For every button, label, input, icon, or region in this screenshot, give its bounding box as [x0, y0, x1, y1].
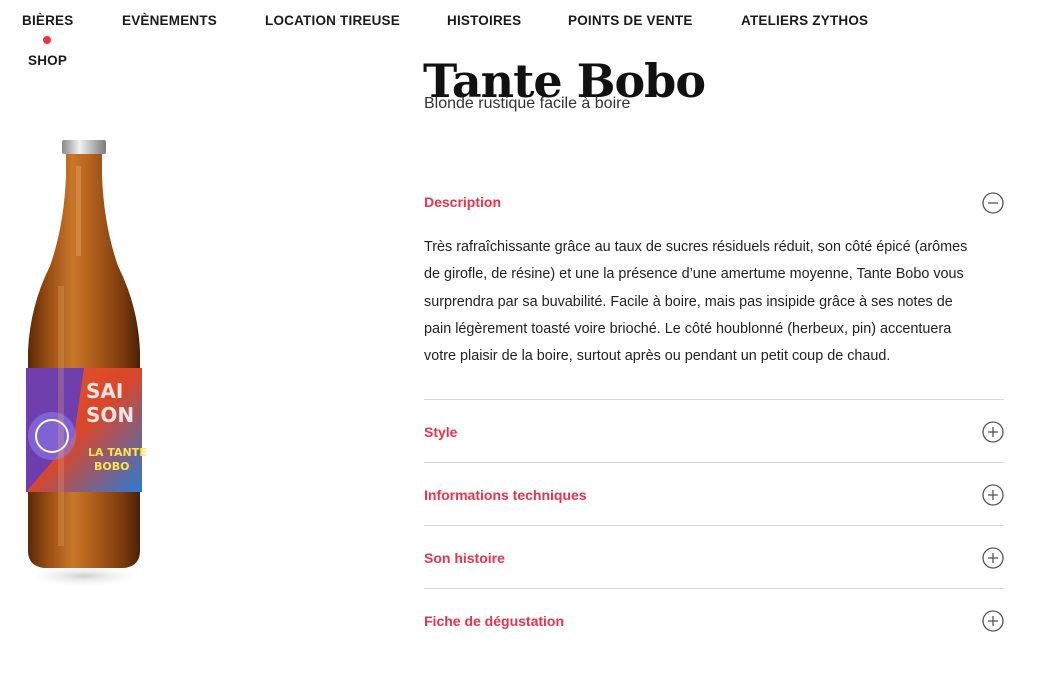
active-indicator-dot: [43, 36, 51, 44]
label-text-sai: SAI: [86, 379, 123, 403]
accordion-title: Description: [424, 194, 502, 210]
nav-item-bieres[interactable]: BIÈRES: [22, 13, 73, 28]
accordion-header-description[interactable]: Description: [424, 173, 1004, 233]
plus-circle-icon[interactable]: [982, 610, 1004, 633]
accordion-section-informations-techniques: Informations techniques: [424, 463, 1004, 527]
nav-item-evenements[interactable]: EVÈNEMENTS: [122, 13, 217, 28]
nav-item-points-de-vente[interactable]: POINTS DE VENTE: [568, 13, 693, 28]
plus-circle-icon[interactable]: [982, 421, 1004, 444]
accordion-header-style[interactable]: Style: [424, 400, 1004, 462]
accordion-section-son-histoire: Son histoire: [424, 526, 1004, 590]
beer-bottle-image: SAI SON LA TANTE BOBO: [14, 136, 154, 636]
accordion-title: Informations techniques: [424, 487, 587, 504]
plus-circle-icon[interactable]: [982, 547, 1004, 570]
accordion-section-fiche-de-degustation: Fiche de dégustation: [424, 589, 1004, 651]
product-page: BIÈRES EVÈNEMENTS LOCATION TIREUSE HISTO…: [0, 0, 1049, 673]
accordion-header-son-histoire[interactable]: Son histoire: [424, 526, 1004, 588]
accordion-title: Fiche de dégustation: [424, 613, 565, 630]
nav-item-ateliers-zythos[interactable]: ATELIERS ZYTHOS: [741, 13, 868, 28]
accordion-header-fiche-de-degustation[interactable]: Fiche de dégustation: [424, 589, 1004, 651]
accordion-section-description: Description Très rafraîchissante grâce a…: [424, 173, 1004, 401]
accordion-title: Son histoire: [424, 550, 505, 567]
nav-item-shop[interactable]: SHOP: [28, 53, 67, 68]
accordion-header-informations-techniques[interactable]: Informations techniques: [424, 463, 1004, 525]
accordion-section-style: Style: [424, 400, 1004, 464]
product-accordion: Description Très rafraîchissante grâce a…: [424, 173, 1004, 651]
product-subtitle: Blonde rustique facile à boire: [424, 95, 631, 112]
minus-circle-icon[interactable]: [982, 192, 1004, 214]
nav-item-location-tireuse[interactable]: LOCATION TIREUSE: [265, 13, 400, 28]
label-text-son: SON: [86, 403, 134, 427]
label-text-la-tante: LA TANTE: [88, 446, 147, 459]
accordion-title: Style: [424, 424, 458, 441]
plus-circle-icon[interactable]: [982, 484, 1004, 507]
nav-item-histoires[interactable]: HISTOIRES: [447, 13, 521, 28]
label-text-bobo: BOBO: [94, 460, 129, 473]
accordion-body-description: Très rafraîchissante grâce au taux de su…: [424, 239, 968, 365]
